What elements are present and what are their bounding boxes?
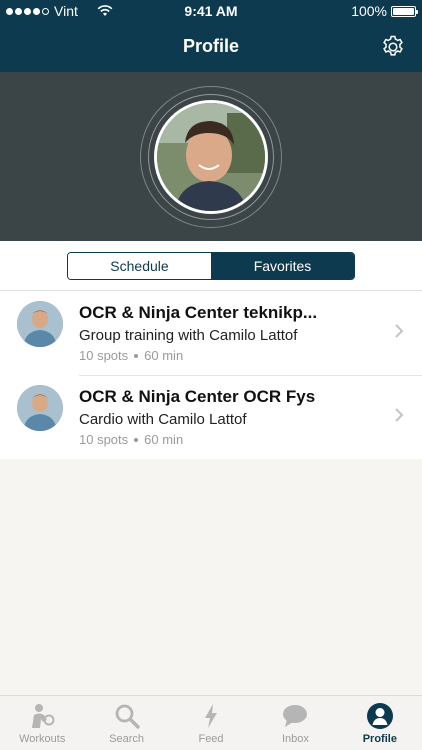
tab-label: Search: [109, 733, 145, 745]
profile-header: [0, 72, 422, 241]
page-title: Profile: [182, 36, 239, 56]
segmented-control: Schedule Favorites: [67, 252, 355, 280]
segment-bar: Schedule Favorites: [0, 241, 422, 291]
tab-label: Profile: [362, 733, 397, 745]
tab-feed[interactable]: Feed: [169, 696, 253, 750]
class-meta: 10 spots 60 min: [79, 432, 183, 447]
instructor-avatar: [17, 301, 63, 347]
tab-workouts[interactable]: Workouts: [0, 696, 84, 750]
class-subtitle: Group training with Camilo Lattof: [79, 327, 298, 344]
search-icon: [115, 704, 140, 729]
class-spots: 10 spots: [79, 348, 129, 363]
chevron-right-icon: [395, 324, 404, 338]
battery-icon: [391, 5, 418, 17]
class-duration: 60 min: [144, 348, 184, 363]
segment-favorites[interactable]: Favorites: [211, 253, 354, 279]
class-title: OCR & Ninja Center teknikp...: [79, 303, 318, 322]
tab-search[interactable]: Search: [84, 696, 168, 750]
tab-profile[interactable]: Profile: [338, 696, 422, 750]
tab-bar: Workouts Search Feed Inbox Profile: [0, 695, 422, 750]
tab-label: Inbox: [281, 733, 309, 745]
segment-schedule[interactable]: Schedule: [68, 253, 211, 279]
class-duration: 60 min: [144, 432, 184, 447]
class-meta: 10 spots 60 min: [79, 348, 183, 363]
workouts-icon: [32, 704, 55, 728]
separator-dot: [134, 353, 139, 358]
chat-bubble-icon: [283, 705, 308, 727]
list-item[interactable]: OCR & Ninja Center OCR Fys Cardio with C…: [0, 375, 422, 459]
profile-icon: [366, 703, 393, 729]
chevron-right-icon: [395, 408, 404, 422]
class-spots: 10 spots: [79, 432, 129, 447]
tab-label: Feed: [198, 733, 224, 745]
class-title: OCR & Ninja Center OCR Fys: [79, 387, 316, 406]
separator-dot: [134, 437, 139, 442]
list-item[interactable]: OCR & Ninja Center teknikp... Group trai…: [0, 291, 422, 375]
battery-percent: 100%: [351, 3, 387, 19]
gear-icon[interactable]: [380, 34, 406, 60]
status-bar: Vint 9:41 AM 100%: [0, 0, 422, 22]
profile-avatar[interactable]: [154, 100, 268, 214]
tab-label: Workouts: [19, 733, 66, 745]
battery-group: 100%: [351, 3, 418, 19]
instructor-avatar: [17, 385, 63, 431]
favorites-list: OCR & Ninja Center teknikp... Group trai…: [0, 291, 422, 459]
top-bar: Vint 9:41 AM 100% Profile: [0, 0, 422, 72]
lightning-icon: [205, 704, 218, 728]
class-subtitle: Cardio with Camilo Lattof: [79, 411, 247, 428]
tab-inbox[interactable]: Inbox: [253, 696, 337, 750]
